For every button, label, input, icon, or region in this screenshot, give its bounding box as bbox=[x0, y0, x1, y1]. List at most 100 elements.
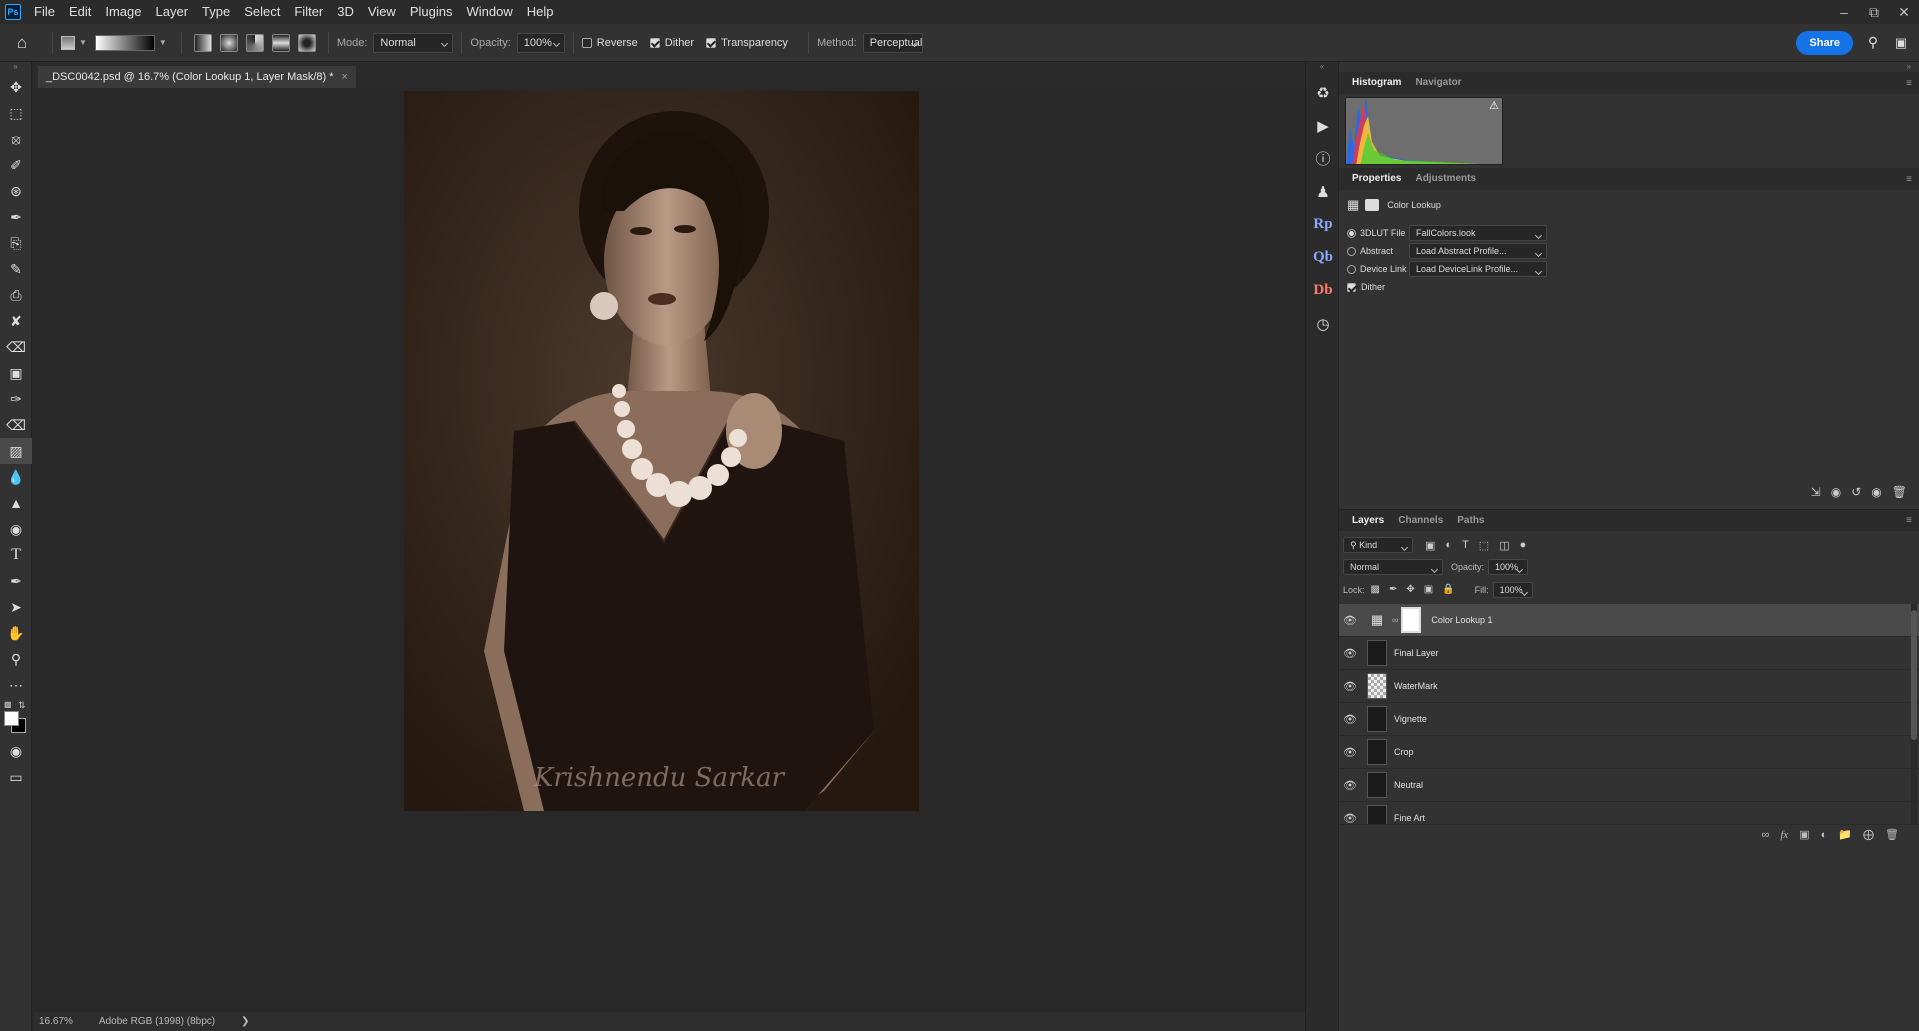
eraser-tool-icon[interactable]: ⌫ bbox=[0, 334, 32, 360]
menu-layer[interactable]: Layer bbox=[149, 0, 196, 24]
dither-property-checkbox[interactable] bbox=[1347, 282, 1356, 292]
panel-menu-icon[interactable]: ≡ bbox=[1906, 515, 1912, 526]
panel-menu-icon[interactable]: ≡ bbox=[1906, 174, 1912, 185]
visibility-eye-icon[interactable]: 👁 bbox=[1339, 713, 1361, 726]
workspace-icon[interactable]: ▣ bbox=[1887, 35, 1915, 51]
new-group-icon[interactable]: 📁 bbox=[1838, 828, 1852, 841]
menu-window[interactable]: Window bbox=[459, 0, 519, 24]
zoom-level[interactable]: 16.67% bbox=[39, 1016, 73, 1027]
diamond-gradient-button[interactable] bbox=[297, 33, 316, 52]
lock-artboard-icon[interactable]: ▣ bbox=[1424, 584, 1433, 595]
layer-name[interactable]: Vignette bbox=[1394, 714, 1427, 724]
tool-preset-icon[interactable] bbox=[61, 35, 75, 50]
visibility-icon[interactable]: ◉ bbox=[1871, 485, 1881, 499]
menu-select[interactable]: Select bbox=[237, 0, 287, 24]
radio-abstract-dot[interactable] bbox=[1347, 246, 1356, 256]
close-tab-icon[interactable]: × bbox=[342, 71, 348, 83]
3dlut-file-select[interactable]: FallColors.look bbox=[1409, 225, 1547, 241]
abstract-profile-select[interactable]: Load Abstract Profile... bbox=[1409, 243, 1547, 259]
warning-icon[interactable]: ⚠ bbox=[1489, 99, 1499, 112]
zoom-tool-icon[interactable]: ⚲ bbox=[0, 646, 32, 672]
type-filter-icon[interactable]: T bbox=[1462, 539, 1469, 552]
hand-tool-icon[interactable]: ✋ bbox=[0, 620, 32, 646]
adjustment-layer-icon[interactable]: ◐ bbox=[1821, 829, 1828, 841]
shape-filter-icon[interactable]: ⬚ bbox=[1479, 539, 1489, 552]
sharpen-tool-icon[interactable]: ▲ bbox=[0, 490, 32, 516]
tab-adjustments[interactable]: Adjustments bbox=[1408, 168, 1483, 190]
reflected-gradient-button[interactable] bbox=[271, 33, 290, 52]
stamp-tool-icon[interactable]: ▣ bbox=[0, 360, 32, 386]
visibility-eye-icon[interactable]: 👁 bbox=[1339, 812, 1361, 825]
gradient-dropdown-icon[interactable]: ▼ bbox=[159, 38, 167, 47]
mode-select[interactable]: Normal bbox=[373, 32, 454, 53]
menu-filter[interactable]: Filter bbox=[287, 0, 330, 24]
layer-filter-kind-select[interactable]: ⚲ Kind bbox=[1343, 537, 1413, 553]
link-layers-icon[interactable]: ∞ bbox=[1761, 829, 1769, 841]
collapse-toolbar-icon[interactable]: » bbox=[0, 62, 31, 74]
search-icon[interactable]: ⚲ bbox=[1859, 34, 1887, 51]
method-select[interactable]: Perceptual bbox=[862, 32, 923, 53]
pen-tool-icon[interactable]: ✒ bbox=[0, 568, 32, 594]
chevron-down-icon[interactable]: ▼ bbox=[79, 38, 87, 47]
clone-source-icon[interactable]: ♟ bbox=[1306, 175, 1340, 208]
smart-object-filter-icon[interactable]: ◫ bbox=[1499, 539, 1509, 552]
color-lookup-icon[interactable]: ▦ bbox=[1347, 197, 1359, 213]
gradient-preview[interactable] bbox=[94, 34, 155, 51]
dither-check-box[interactable] bbox=[649, 37, 660, 48]
layer-opacity-input[interactable]: 100% bbox=[1488, 558, 1529, 575]
timer-plugin-icon[interactable]: ◷ bbox=[1306, 307, 1340, 340]
blur-tool-icon[interactable]: 💧 bbox=[0, 464, 32, 490]
menu-file[interactable]: File bbox=[27, 0, 62, 24]
layer-row[interactable]: 👁 Final Layer bbox=[1339, 637, 1919, 670]
menu-view[interactable]: View bbox=[361, 0, 403, 24]
lock-transparent-icon[interactable]: ▩ bbox=[1371, 584, 1380, 595]
layer-row[interactable]: 👁 Neutral bbox=[1339, 769, 1919, 802]
move-tool-icon[interactable]: ✥ bbox=[0, 74, 32, 100]
visibility-eye-icon[interactable]: 👁 bbox=[1339, 779, 1361, 792]
opacity-input[interactable]: 100% bbox=[516, 32, 565, 53]
layer-row[interactable]: 👁 Vignette bbox=[1339, 703, 1919, 736]
type-tool-icon[interactable]: T bbox=[0, 542, 32, 568]
gradient-tool-icon[interactable]: ▨ bbox=[0, 438, 32, 464]
fill-input[interactable]: 100% bbox=[1492, 581, 1533, 598]
visibility-eye-icon[interactable]: 👁 bbox=[1339, 614, 1361, 627]
restore-icon[interactable]: ⧉ bbox=[1859, 0, 1889, 24]
tab-channels[interactable]: Channels bbox=[1391, 510, 1450, 532]
collapse-panels-icon[interactable]: » bbox=[1339, 62, 1919, 72]
layer-name[interactable]: Neutral bbox=[1394, 780, 1423, 790]
db-plugin-icon[interactable]: Db bbox=[1306, 274, 1340, 307]
layer-name[interactable]: Crop bbox=[1394, 747, 1414, 757]
lasso-tool-icon[interactable]: ⦻ bbox=[0, 126, 32, 152]
visibility-eye-icon[interactable]: 👁 bbox=[1339, 647, 1361, 660]
radio-abstract[interactable]: Abstract bbox=[1347, 246, 1409, 256]
add-mask-icon[interactable]: ▣ bbox=[1799, 828, 1809, 841]
layer-name[interactable]: WaterMark bbox=[1394, 681, 1438, 691]
screen-mode-icon[interactable]: ▭ bbox=[0, 764, 32, 790]
marquee-tool-icon[interactable]: ⬚ bbox=[0, 100, 32, 126]
tab-paths[interactable]: Paths bbox=[1450, 510, 1491, 532]
eraser-icon[interactable]: ⌫ bbox=[0, 412, 32, 438]
art-history-brush-icon[interactable]: ✑ bbox=[0, 386, 32, 412]
actions-icon[interactable]: ▶ bbox=[1306, 109, 1340, 142]
layer-style-icon[interactable]: fx bbox=[1780, 829, 1788, 841]
blend-mode-select[interactable]: Normal bbox=[1343, 558, 1443, 575]
clone-stamp-tool-icon[interactable]: ⎙ bbox=[0, 282, 32, 308]
tab-navigator[interactable]: Navigator bbox=[1408, 72, 1468, 94]
visibility-eye-icon[interactable]: 👁 bbox=[1339, 746, 1361, 759]
default-colors-icon[interactable]: ▩ bbox=[4, 700, 12, 709]
view-previous-icon[interactable]: ◉ bbox=[1831, 485, 1841, 499]
quick-mask-icon[interactable]: ◉ bbox=[0, 738, 32, 764]
filter-toggle-icon[interactable]: ● bbox=[1520, 539, 1527, 552]
qb-plugin-icon[interactable]: Qb bbox=[1306, 241, 1340, 274]
foreground-color-swatch[interactable] bbox=[4, 711, 19, 726]
menu-plugins[interactable]: Plugins bbox=[403, 0, 460, 24]
new-layer-icon[interactable]: ⨁ bbox=[1863, 828, 1874, 841]
quick-select-tool-icon[interactable]: ✐ bbox=[0, 152, 32, 178]
radio-device-link-dot[interactable] bbox=[1347, 264, 1356, 274]
crop-tool-icon[interactable]: ⊛ bbox=[0, 178, 32, 204]
path-selection-tool-icon[interactable]: ➤ bbox=[0, 594, 32, 620]
reverse-checkbox[interactable]: Reverse bbox=[581, 37, 638, 49]
close-icon[interactable]: ✕ bbox=[1889, 0, 1919, 24]
history-brush-tool-icon[interactable]: ✘ bbox=[0, 308, 32, 334]
collapse-strip-icon[interactable]: « bbox=[1306, 62, 1338, 76]
